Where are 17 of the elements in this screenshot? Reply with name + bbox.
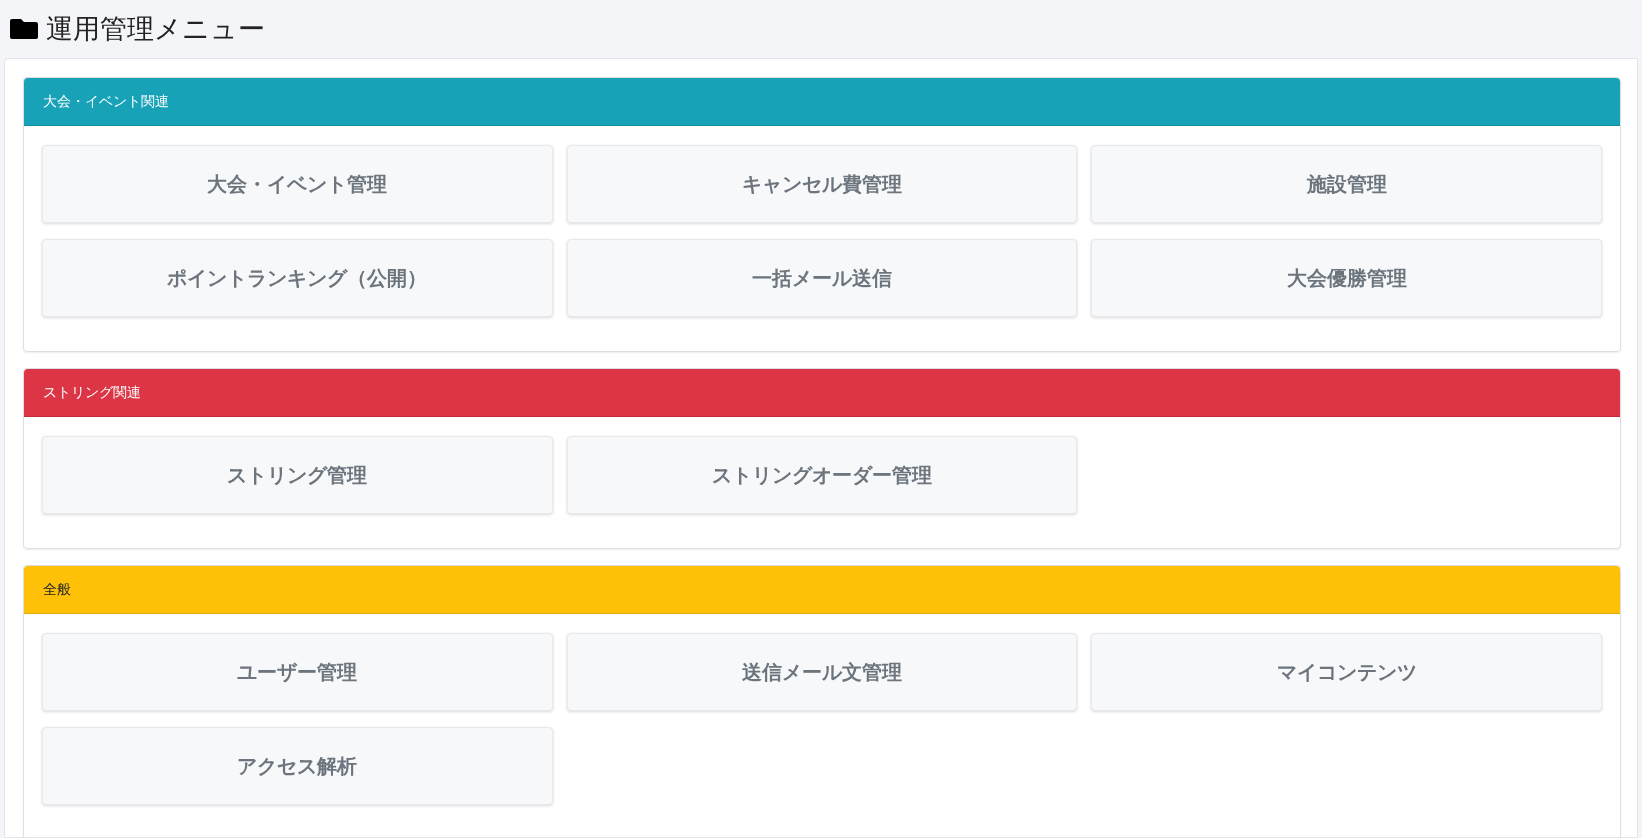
page-title: 運用管理メニュー bbox=[46, 12, 265, 46]
menu-button[interactable]: ストリング管理 bbox=[42, 436, 553, 514]
menu-button[interactable]: ポイントランキング（公開） bbox=[42, 239, 553, 317]
menu-button[interactable]: 施設管理 bbox=[1091, 145, 1602, 223]
menu-button[interactable]: キャンセル費管理 bbox=[566, 145, 1078, 223]
section-header: 大会・イベント関連 bbox=[24, 78, 1620, 126]
menu-button[interactable]: 送信メール文管理 bbox=[566, 633, 1078, 711]
menu-button[interactable]: 大会優勝管理 bbox=[1091, 239, 1602, 317]
menu-button[interactable]: アクセス解析 bbox=[42, 727, 553, 805]
folder-icon bbox=[10, 18, 38, 40]
menu-button[interactable]: 大会・イベント管理 bbox=[42, 145, 553, 223]
menu-button[interactable]: ユーザー管理 bbox=[42, 633, 553, 711]
section-header: 全般 bbox=[24, 566, 1620, 614]
menu-button[interactable]: 一括メール送信 bbox=[566, 239, 1078, 317]
section-header: ストリング関連 bbox=[24, 369, 1620, 417]
menu-button[interactable]: ストリングオーダー管理 bbox=[566, 436, 1078, 514]
menu-button[interactable]: マイコンテンツ bbox=[1091, 633, 1602, 711]
